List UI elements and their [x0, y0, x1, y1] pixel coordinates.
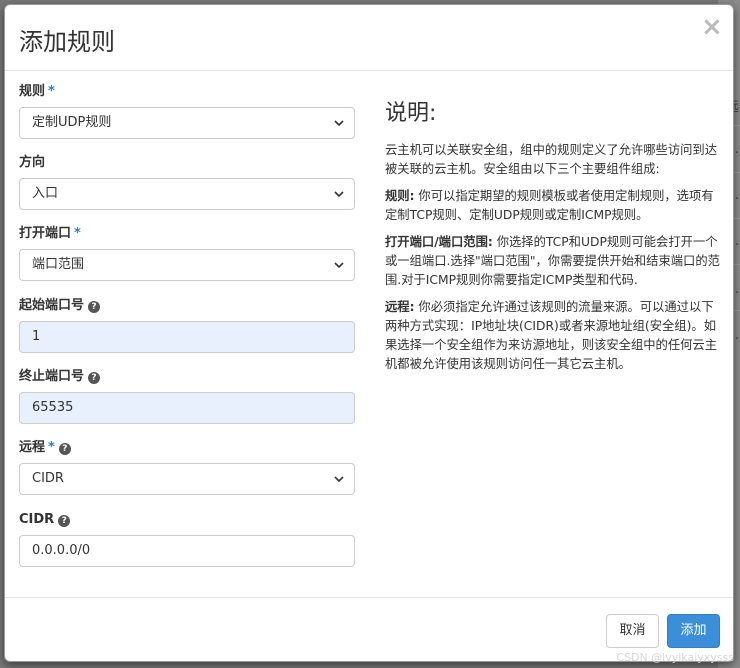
chevron-down-icon — [334, 191, 344, 198]
dialog-header: 添加规则 × — [5, 5, 733, 71]
question-circle-icon[interactable]: ? — [58, 443, 71, 455]
cancel-button[interactable]: 取消 — [606, 614, 659, 648]
help-title: 说明: — [385, 101, 437, 126]
direction-label: 方向 — [19, 155, 46, 170]
rule-label: 规则 * — [19, 84, 55, 99]
open-port-select[interactable]: 端口范围 — [19, 249, 355, 281]
cidr-field: CIDR? 0.0.0.0/0 — [19, 511, 355, 567]
question-circle-icon[interactable]: ? — [88, 301, 101, 313]
question-circle-icon[interactable]: ? — [58, 515, 71, 527]
dialog-title: 添加规则 — [19, 28, 115, 56]
chevron-down-icon — [334, 476, 344, 483]
required-mark: * — [48, 440, 55, 455]
cidr-input[interactable]: 0.0.0.0/0 — [19, 535, 355, 567]
question-circle-icon[interactable]: ? — [88, 372, 101, 384]
rule-field: 规则 * 定制UDP规则 — [19, 83, 355, 139]
direction-field: 方向 入口 — [19, 154, 355, 210]
help-intro: 云主机可以关联安全组，组中的规则定义了允许哪些访问到达被关联的云主机。安全组由以… — [385, 143, 718, 176]
to-port-label: 终止端口号? — [19, 368, 355, 386]
add-rule-dialog: 添加规则 × 规则 * 定制UDP规则 方向 入口 打开端口 * 端口范围 起始… — [4, 4, 734, 662]
open-port-field: 打开端口 * 端口范围 — [19, 225, 355, 281]
chevron-down-icon — [334, 262, 344, 269]
watermark: CSDN @lvyikaiyxysss — [616, 651, 734, 664]
help-rule-paragraph: 规则: 你可以指定期望的规则模板或者使用定制规则，选项有定制TCP规则、定制UD… — [385, 189, 714, 222]
open-port-label: 打开端口 * — [19, 226, 81, 241]
help-panel: 说明: 云主机可以关联安全组，组中的规则定义了允许哪些访问到达被关联的云主机。安… — [385, 101, 721, 382]
required-mark: * — [48, 84, 55, 99]
rule-select[interactable]: 定制UDP规则 — [19, 107, 355, 139]
remote-select[interactable]: CIDR — [19, 463, 355, 495]
to-port-field: 终止端口号? 65535 — [19, 368, 355, 424]
to-port-input[interactable]: 65535 — [19, 392, 355, 424]
help-remote-paragraph: 远程: 你必须指定允许通过该规则的流量来源。可以通过以下两种方式实现：IP地址块… — [385, 300, 718, 371]
remote-field: 远程 *? CIDR — [19, 439, 355, 495]
cidr-label: CIDR? — [19, 511, 355, 529]
add-button[interactable]: 添加 — [667, 614, 720, 648]
from-port-field: 起始端口号? 1 — [19, 297, 355, 353]
chevron-down-icon — [334, 120, 344, 127]
close-icon[interactable]: × — [701, 14, 723, 40]
from-port-label: 起始端口号? — [19, 297, 355, 315]
remote-label: 远程 *? — [19, 439, 355, 457]
required-mark: * — [74, 226, 81, 241]
from-port-input[interactable]: 1 — [19, 321, 355, 353]
help-port-paragraph: 打开端口/端口范围: 你选择的TCP和UDP规则可能会打开一个或一组端口.选择"… — [385, 235, 720, 287]
direction-select[interactable]: 入口 — [19, 178, 355, 210]
